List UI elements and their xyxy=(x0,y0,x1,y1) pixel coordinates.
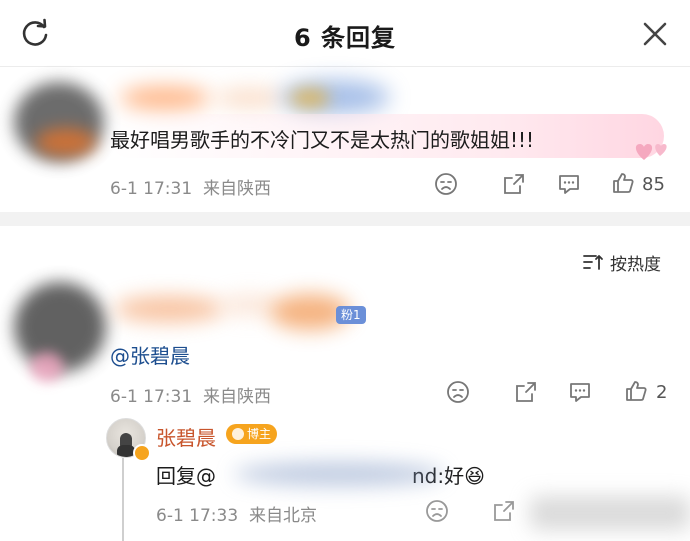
dislike-icon[interactable] xyxy=(446,380,470,404)
blogger-name[interactable]: 张碧晨 xyxy=(156,422,216,451)
sort-label: 按热度 xyxy=(610,254,661,275)
header-bar: 6 条回复 xyxy=(0,0,690,67)
username-blurred[interactable] xyxy=(120,86,210,110)
like-icon[interactable] xyxy=(624,379,648,403)
comment-icon[interactable] xyxy=(568,380,592,404)
like-count: 85 xyxy=(642,174,665,195)
comment-text: 最好唱男歌手的不冷门又不是太热门的歌姐姐!!! xyxy=(110,128,535,152)
close-icon[interactable] xyxy=(641,20,669,48)
sort-by-heat-button[interactable]: 按热度 xyxy=(582,250,661,275)
dislike-icon[interactable] xyxy=(425,499,449,523)
share-icon[interactable] xyxy=(502,172,526,196)
mention-link[interactable]: @张碧晨 xyxy=(110,340,190,369)
like-count: 2 xyxy=(656,382,668,403)
username-blurred[interactable] xyxy=(114,296,224,322)
sort-icon xyxy=(583,255,603,270)
blogger-badge: 博主 xyxy=(226,424,278,444)
like-icon[interactable] xyxy=(611,171,635,195)
dislike-icon[interactable] xyxy=(434,172,458,196)
share-icon[interactable] xyxy=(492,499,516,523)
reply-time: 6-1 17:33 来自北京 xyxy=(156,506,317,526)
section-divider xyxy=(0,212,690,226)
reply-time: 6-1 17:31 来自陕西 xyxy=(110,387,271,407)
thread-line xyxy=(122,458,124,541)
username-blurred xyxy=(234,462,444,486)
heart-decoration-icon xyxy=(635,144,667,160)
verified-badge-icon xyxy=(133,444,151,462)
action-bar-blurred xyxy=(530,496,690,530)
comment-icon[interactable] xyxy=(557,172,581,196)
share-icon[interactable] xyxy=(514,380,538,404)
fan-badge: 粉1 xyxy=(336,306,366,324)
comment-time: 6-1 17:31 来自陕西 xyxy=(110,179,271,199)
page-title: 6 条回复 xyxy=(293,24,397,52)
